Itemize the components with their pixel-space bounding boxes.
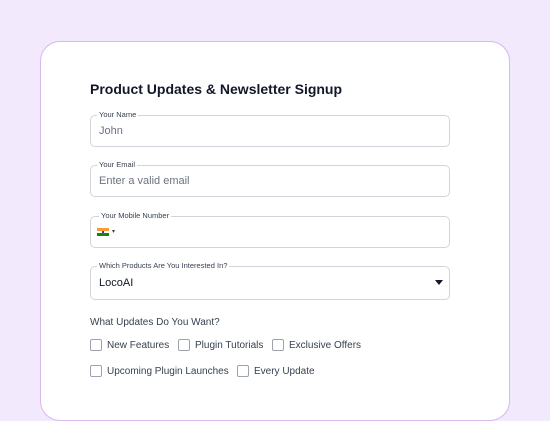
email-field-placeholder: Enter a valid email	[99, 175, 190, 187]
checkbox-label: Plugin Tutorials	[195, 339, 264, 351]
name-field-placeholder: John	[99, 125, 123, 137]
india-flag-icon[interactable]	[97, 228, 109, 237]
mobile-number-field[interactable]: Your Mobile Number ▾	[90, 211, 450, 248]
checkbox-label: Upcoming Plugin Launches	[107, 365, 229, 377]
checkbox-box[interactable]	[90, 365, 102, 377]
updates-question: What Updates Do You Want?	[90, 317, 220, 328]
checkbox-upcoming-plugin-launches[interactable]: Upcoming Plugin Launches	[90, 365, 229, 377]
checkbox-box[interactable]	[90, 339, 102, 351]
checkbox-label: Every Update	[254, 365, 315, 377]
email-field-label: Your Email	[97, 160, 137, 170]
products-select-label: Which Products Are You Interested In?	[97, 261, 230, 271]
checkbox-box[interactable]	[237, 365, 249, 377]
products-select[interactable]: Which Products Are You Interested In? Lo…	[90, 261, 450, 300]
checkbox-label: New Features	[107, 339, 170, 351]
country-dropdown-caret-icon[interactable]: ▾	[112, 228, 115, 236]
checkbox-label: Exclusive Offers	[289, 339, 362, 351]
chevron-down-icon[interactable]	[435, 280, 443, 285]
signup-card: Product Updates & Newsletter Signup Your…	[40, 41, 510, 421]
name-field-label: Your Name	[97, 110, 139, 120]
name-field[interactable]: Your Name John	[90, 110, 450, 147]
email-field[interactable]: Your Email Enter a valid email	[90, 160, 450, 197]
checkbox-plugin-tutorials[interactable]: Plugin Tutorials	[178, 339, 263, 351]
checkbox-box[interactable]	[178, 339, 190, 351]
checkbox-every-update[interactable]: Every Update	[237, 365, 315, 377]
mobile-field-label: Your Mobile Number	[99, 211, 172, 221]
checkbox-exclusive-offers[interactable]: Exclusive Offers	[272, 339, 361, 351]
products-selected-value: LocoAI	[99, 277, 134, 289]
form-title: Product Updates & Newsletter Signup	[90, 81, 343, 97]
checkbox-new-features[interactable]: New Features	[90, 339, 169, 351]
checkbox-box[interactable]	[272, 339, 284, 351]
